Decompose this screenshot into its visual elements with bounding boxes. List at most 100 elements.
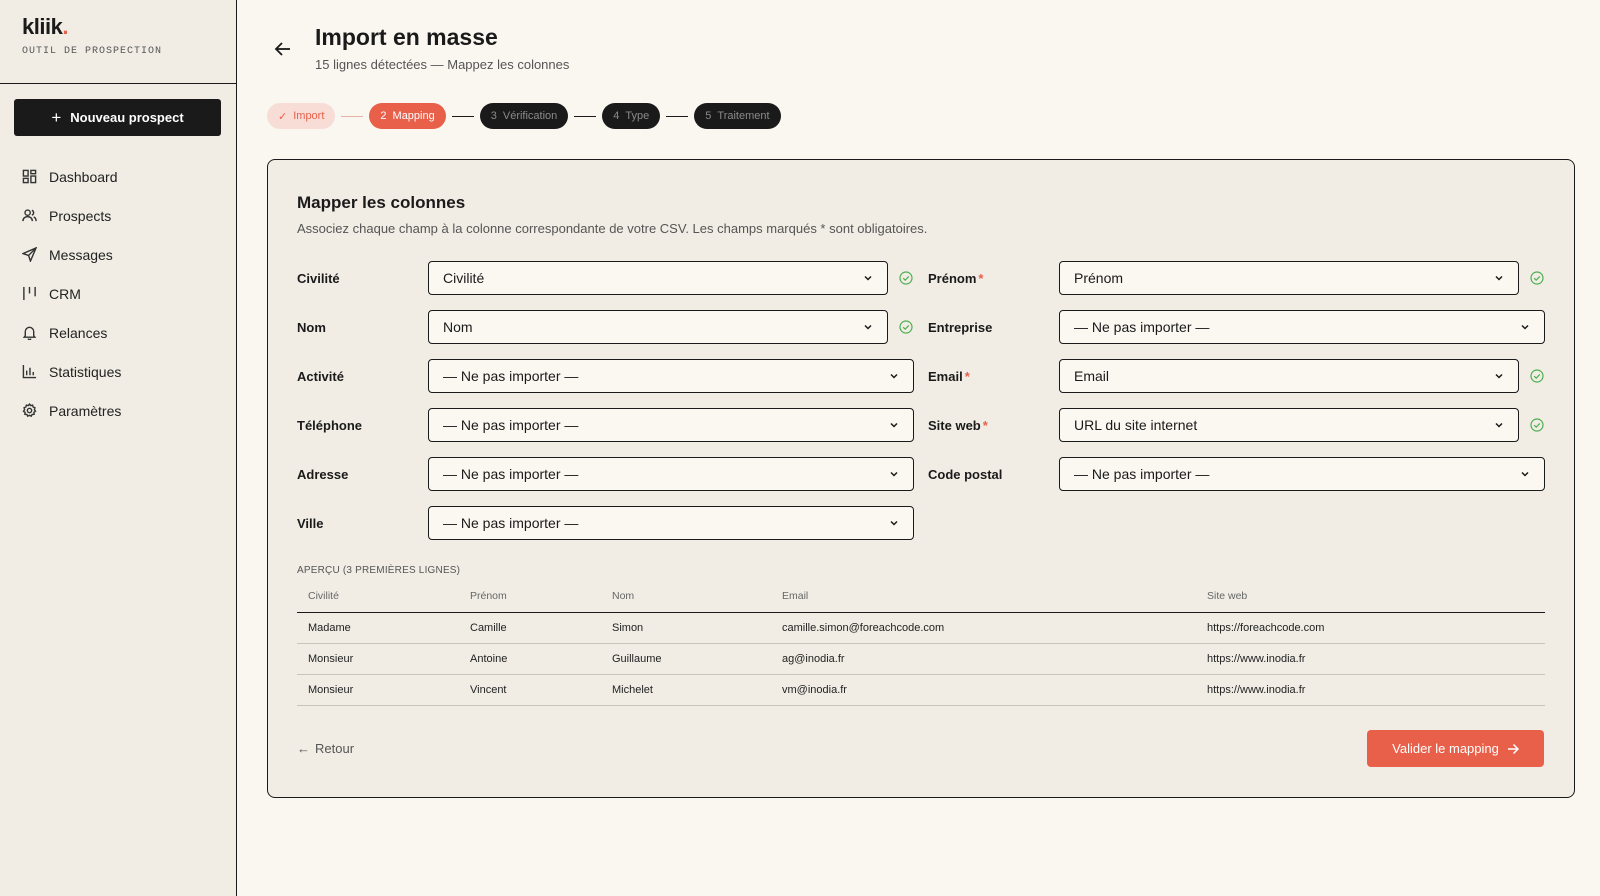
table-cell: Antoine [459,643,601,675]
check-circle-icon [1530,418,1544,432]
label-adresse: Adresse [297,467,349,482]
table-cell: Guillaume [601,643,771,675]
import-stepper: ✓ Import 2 Mapping 3 Vérification 4 Type… [267,103,781,129]
step-traitement[interactable]: 5 Traitement [694,103,781,129]
table-cell: camille.simon@foreachcode.com [771,612,1196,644]
card-title: Mapper les colonnes [297,193,466,212]
table-cell: https://foreachcode.com [1196,612,1545,644]
select-telephone[interactable]: — Ne pas importer — [428,408,914,442]
preview-label: APERÇU (3 PREMIÈRES LIGNES) [297,565,461,576]
sidebar-item-dashboard[interactable]: Dashboard [0,157,236,196]
step-verification[interactable]: 3 Vérification [479,103,569,129]
column-header: Site web [1196,580,1545,613]
new-prospect-button[interactable]: + Nouveau prospect [14,99,221,136]
table-cell: Camille [459,612,601,644]
chevron-down-icon [890,373,898,379]
back-link[interactable]: ← Retour [297,741,354,756]
sidebar-item-parametres[interactable]: Paramètres [0,391,236,430]
select-siteweb[interactable]: URL du site internet [1059,408,1519,442]
chevron-down-icon [1521,324,1529,330]
table-row: Madame Camille Simon camille.simon@forea… [297,612,1545,644]
step-mapping[interactable]: 2 Mapping [369,103,446,129]
bell-icon [22,326,37,340]
chevron-down-icon [1495,275,1503,281]
chevron-down-icon [1521,471,1529,477]
table-cell: ag@inodia.fr [771,643,1196,675]
chevron-down-icon [890,520,898,526]
step-connector [574,115,597,117]
chevron-down-icon [890,422,898,428]
step-connector [666,115,689,117]
select-code-postal[interactable]: — Ne pas importer — [1059,457,1545,491]
select-email[interactable]: Email [1059,359,1519,393]
check-circle-icon [1530,369,1544,383]
select-nom[interactable]: Nom [428,310,888,344]
step-import[interactable]: ✓ Import [267,103,336,129]
sidebar-item-prospects[interactable]: Prospects [0,196,236,235]
arrow-right-icon [1507,743,1519,754]
brand: kliik. OUTIL DE PROSPECTION [0,0,236,84]
kanban-icon [23,286,36,301]
validate-mapping-button[interactable]: Valider le mapping [1367,730,1544,767]
plus-icon: + [51,108,62,127]
check-circle-icon [899,320,913,334]
logo[interactable]: kliik. [22,16,214,38]
label-civilite: Civilité [297,271,340,286]
table-cell: https://www.inodia.fr [1196,643,1545,675]
label-email: Email * [928,369,970,384]
column-header: Nom [601,580,771,613]
label-code-postal: Code postal [928,467,1003,482]
chevron-down-icon [864,324,872,330]
check-circle-icon [899,271,913,285]
label-activite: Activité [297,369,344,384]
label-nom: Nom [297,320,326,335]
mapping-card: Mapper les colonnes Associez chaque cham… [267,159,1575,798]
label-siteweb: Site web * [928,418,988,433]
column-header: Prénom [459,580,601,613]
step-type[interactable]: 4 Type [602,103,661,129]
label-telephone: Téléphone [297,418,363,433]
table-cell: vm@inodia.fr [771,674,1196,706]
table-cell: https://www.inodia.fr [1196,674,1545,706]
back-arrow-icon[interactable] [272,38,294,60]
select-adresse[interactable]: — Ne pas importer — [428,457,914,491]
table-row: Monsieur Antoine Guillaume ag@inodia.fr … [297,643,1545,675]
table-row: Monsieur Vincent Michelet vm@inodia.fr h… [297,674,1545,706]
table-cell: Monsieur [297,643,459,675]
select-prenom[interactable]: Prénom [1059,261,1519,295]
sidebar-item-crm[interactable]: CRM [0,274,236,313]
sidebar-item-messages[interactable]: Messages [0,235,236,274]
step-connector [451,115,474,117]
column-header: Email [771,580,1196,613]
sidebar-nav: Dashboard Prospects Messages CRM Relance… [0,157,236,430]
check-circle-icon [1530,271,1544,285]
bar-chart-icon [22,364,37,379]
send-icon [22,247,37,262]
grid-icon [22,169,37,184]
label-entreprise: Entreprise [928,320,993,335]
table-header-row: Civilité Prénom Nom Email Site web [297,580,1545,613]
select-activite[interactable]: — Ne pas importer — [428,359,914,393]
column-header: Civilité [297,580,459,613]
table-cell: Monsieur [297,674,459,706]
sidebar: kliik. OUTIL DE PROSPECTION + Nouveau pr… [0,0,237,896]
check-icon: ✓ [278,110,288,123]
table-cell: Michelet [601,674,771,706]
card-description: Associez chaque champ à la colonne corre… [297,221,928,236]
sidebar-item-statistiques[interactable]: Statistiques [0,352,236,391]
step-connector [341,115,364,117]
select-entreprise[interactable]: — Ne pas importer — [1059,310,1545,344]
chevron-down-icon [1495,422,1503,428]
tagline: OUTIL DE PROSPECTION [22,46,163,57]
table-cell: Vincent [459,674,601,706]
label-ville: Ville [297,516,324,531]
gear-icon [22,403,37,418]
select-civilite[interactable]: Civilité [428,261,888,295]
select-ville[interactable]: — Ne pas importer — [428,506,914,540]
table-cell: Madame [297,612,459,644]
arrow-left-icon: ← [297,741,310,756]
preview-table: Civilité Prénom Nom Email Site web Madam… [297,580,1545,706]
sidebar-item-relances[interactable]: Relances [0,313,236,352]
table-cell: Simon [601,612,771,644]
chevron-down-icon [890,471,898,477]
